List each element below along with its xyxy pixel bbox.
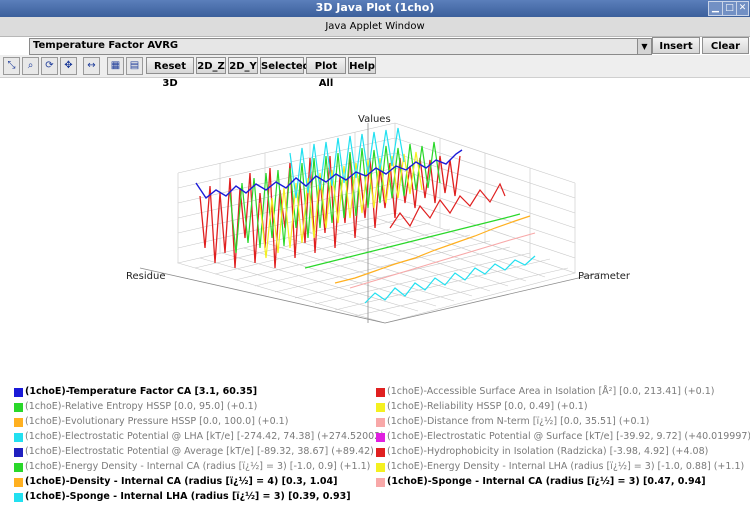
series-cyan-sponge-lha	[364, 255, 536, 304]
legend: (1choE)-Temperature Factor CA [3.1, 60.3…	[0, 384, 750, 508]
insert-button[interactable]: Insert	[652, 37, 700, 54]
legend-swatch	[376, 478, 385, 487]
applet-window-bar: Java Applet Window	[0, 17, 750, 37]
legend-swatch	[14, 403, 23, 412]
pan-icon[interactable]: ✥	[60, 57, 77, 75]
axis-label-parameter: Parameter	[578, 271, 631, 282]
selected-button[interactable]: Selected	[260, 57, 310, 74]
legend-swatch	[376, 418, 385, 427]
plot-all-button[interactable]: Plot All	[306, 57, 346, 89]
parameter-select-value: Temperature Factor AVRG	[33, 40, 179, 51]
legend-swatch	[376, 403, 385, 412]
close-button[interactable]: ✕	[736, 1, 749, 16]
applet-window-label: Java Applet Window	[325, 21, 425, 32]
help-button[interactable]: Help	[348, 57, 376, 74]
move-icon[interactable]: ↔	[83, 57, 100, 75]
2d-y-button[interactable]: 2D_Y	[228, 57, 258, 74]
axis-label-residue: Residue	[126, 271, 166, 282]
clear-button[interactable]: Clear	[702, 37, 749, 54]
plot-axes	[139, 123, 601, 324]
legend-swatch	[14, 478, 23, 487]
legend-swatch	[376, 448, 385, 457]
legend-swatch	[14, 433, 23, 442]
grid-icon[interactable]: ▤	[126, 57, 143, 75]
legend-swatch	[14, 463, 23, 472]
minimize-button[interactable]: ▁	[708, 1, 723, 16]
zoom-in-icon[interactable]: ⌕	[22, 57, 39, 75]
zoom-fit-icon[interactable]: ⤡	[3, 57, 20, 75]
legend-swatch	[14, 493, 23, 502]
window-titlebar: 3D Java Plot (1cho) ▁ □ ✕	[0, 0, 750, 17]
chevron-down-icon[interactable]: ▼	[637, 39, 651, 54]
legend-swatch	[14, 418, 23, 427]
rotate-icon[interactable]: ⟳	[41, 57, 58, 75]
2d-z-button[interactable]: 2D_Z	[196, 57, 226, 74]
window-title: 3D Java Plot (1cho)	[315, 1, 435, 14]
legend-swatch	[376, 388, 385, 397]
legend-swatch	[376, 433, 385, 442]
legend-swatch	[376, 463, 385, 472]
maximize-button[interactable]: □	[722, 1, 737, 16]
reset-3d-button[interactable]: Reset 3D	[146, 57, 194, 89]
table-icon[interactable]: ▦	[107, 57, 124, 75]
axis-label-values: Values	[358, 114, 391, 125]
plot-3d-area[interactable]: Values Residue Parameter	[0, 78, 750, 378]
legend-swatch	[14, 448, 23, 457]
parameter-select[interactable]: Temperature Factor AVRG ▼	[29, 38, 652, 55]
legend-swatch	[14, 388, 23, 397]
